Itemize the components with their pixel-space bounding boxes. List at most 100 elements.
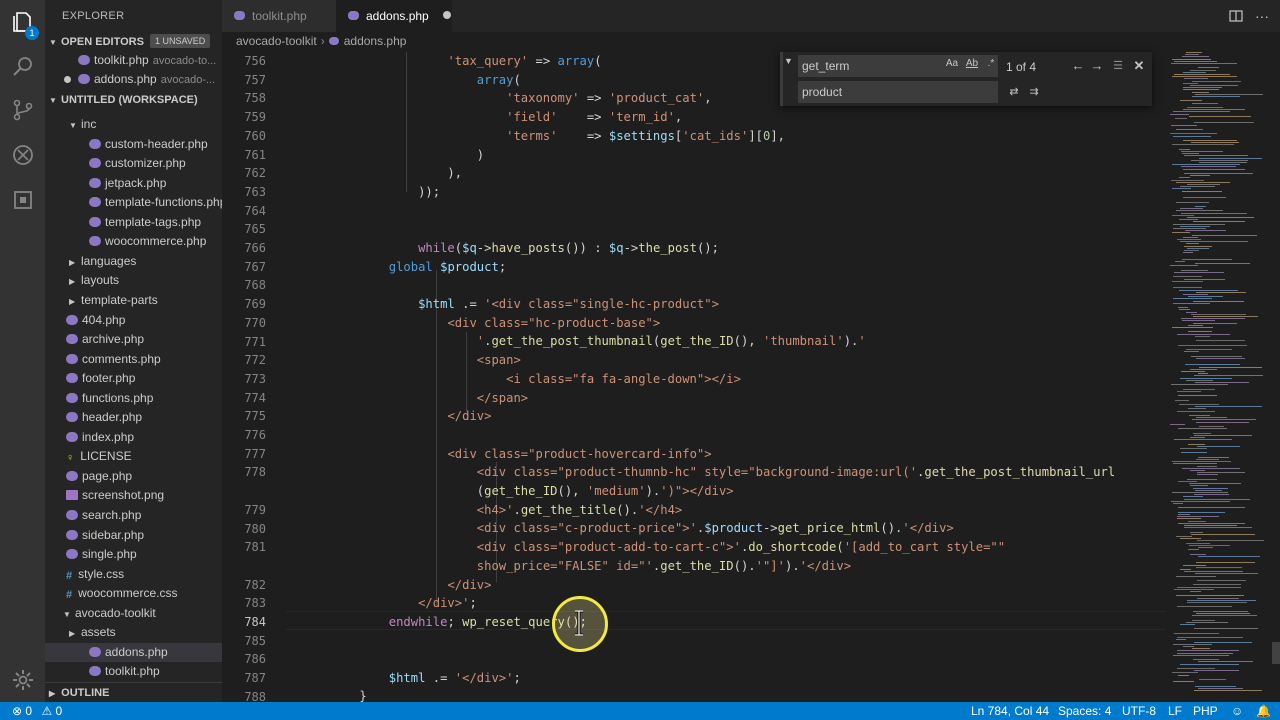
tree-item[interactable]: # style.css [45,565,222,585]
line-number: 756 [244,54,266,68]
minimap[interactable] [1166,52,1272,702]
tree-item[interactable]: template-tags.php [45,213,222,233]
gear-icon[interactable] [0,660,45,700]
minimap-line [1173,223,1225,225]
tree-item[interactable]: template-functions.php [45,193,222,213]
chevron-down-icon[interactable]: ▼ [784,56,793,66]
tree-item[interactable]: customizer.php [45,154,222,174]
source-control-icon[interactable] [0,90,45,130]
problems-indicator[interactable]: ⊗ 0 ⚠ 0 [12,702,62,720]
code-line: <div class="product-add-to-cart-c">'.do_… [476,540,1006,555]
explorer-icon[interactable]: 1 [0,2,45,42]
cursor-position[interactable]: Ln 784, Col 44 [971,702,1049,720]
breadcrumb-folder[interactable]: avocado-toolkit [236,34,317,48]
split-editor-icon[interactable] [1228,8,1244,24]
code-line: 'taxonomy' => 'product_cat', [506,91,712,106]
tree-item[interactable]: footer.php [45,369,222,389]
tree-item[interactable]: comments.php [45,350,222,370]
minimap-line [1199,162,1247,163]
outline-header[interactable]: ▶ OUTLINE [45,682,222,702]
match-whole-word-icon[interactable]: Ab [964,56,980,72]
tab-addons[interactable]: addons.php [336,0,452,32]
minimap-line [1172,164,1240,166]
code-line: )); [286,184,441,199]
minimap-line [1184,78,1208,80]
search-icon[interactable] [0,47,45,87]
minimap-line [1190,437,1205,438]
minimap-line [1190,591,1201,592]
code-line: <div class="product-thumnb-hc" style="ba… [476,465,1116,480]
tree-item[interactable]: toolkit.php [45,662,222,682]
minimap-line [1198,687,1243,689]
editor-scrollbar[interactable] [1272,52,1280,702]
tree-item[interactable]: search.php [45,506,222,526]
tree-item[interactable]: jetpack.php [45,174,222,194]
indentation[interactable]: Spaces: 4 [1058,702,1111,720]
replace-icon[interactable]: ⇄ [1006,84,1022,100]
unsaved-dot-icon[interactable] [442,11,451,19]
tab-bar: toolkit.php addons.php ··· [222,0,1280,32]
notifications-icon[interactable]: 🔔 [1256,702,1271,720]
breadcrumb-file[interactable]: addons.php [344,34,407,48]
extensions-icon[interactable] [0,180,45,220]
open-editor-item[interactable]: toolkit.php avocado-to... [45,51,222,71]
php-file-icon [66,529,78,540]
tree-item[interactable]: screenshot.png [45,486,222,506]
tree-item[interactable]: ▼ avocado-toolkit [45,604,222,624]
tree-item[interactable]: woocommerce.php [45,232,222,252]
feedback-icon[interactable]: ☺ [1231,702,1243,720]
code-line: ) [286,147,485,162]
minimap-line [1199,366,1262,368]
minimap-line [1194,494,1229,496]
more-actions-icon[interactable]: ··· [1254,8,1270,24]
tree-item[interactable]: addons.php [45,642,222,663]
tree-item[interactable]: single.php [45,545,222,565]
tree-item[interactable]: sidebar.php [45,526,222,546]
php-file-icon [78,74,90,84]
php-file-icon [66,431,78,442]
open-editors-header[interactable]: ▼ OPEN EDITORS 1 UNSAVED [45,32,222,52]
tab-toolkit[interactable]: toolkit.php [222,0,336,32]
tree-item[interactable]: ♀ LICENSE [45,447,222,467]
tree-item[interactable]: ▶ languages [45,252,222,272]
tree-item[interactable]: archive.php [45,330,222,350]
tree-item[interactable]: ▼ inc [45,115,222,135]
tree-item[interactable]: ▶ template-parts [45,291,222,311]
php-file-icon [89,666,101,677]
tree-item[interactable]: 404.php [45,311,222,331]
editor-scrollbar-thumb[interactable] [1272,642,1280,664]
minimap-line [1183,109,1245,111]
minimap-line [1186,542,1210,544]
debug-icon[interactable] [0,135,45,175]
minimap-line [1183,646,1194,647]
close-icon[interactable]: ✕ [1131,58,1147,74]
workspace-header[interactable]: ▼ UNTITLED (WORKSPACE) [45,90,222,110]
previous-match-icon[interactable]: ← [1070,58,1086,74]
tree-item[interactable]: page.php [45,467,222,487]
open-editor-item[interactable]: addons.php avocado-... [45,70,222,90]
minimap-line [1193,432,1211,434]
find-in-selection-icon[interactable]: ☰ [1110,58,1126,74]
line-ending[interactable]: LF [1168,702,1182,720]
minimap-line [1174,439,1232,441]
minimap-line [1189,544,1230,546]
tree-item[interactable]: ▶ assets [45,623,222,643]
tree-item[interactable]: custom-header.php [45,135,222,155]
minimap-line [1184,571,1243,573]
tree-item[interactable]: index.php [45,428,222,448]
minimap-line [1176,181,1230,183]
replace-input[interactable]: product [798,81,998,103]
next-match-icon[interactable]: → [1089,58,1105,74]
code-editor[interactable]: 756 757 758 759 760 761 762 763 764 765 766 767 768 7… [222,52,1280,702]
regex-icon[interactable]: .* [983,56,999,72]
tree-item[interactable]: header.php [45,408,222,428]
replace-all-icon[interactable]: ⇉ [1026,84,1042,100]
tree-item[interactable]: ▶ layouts [45,271,222,291]
minimap-line [1182,56,1209,58]
encoding[interactable]: UTF-8 [1122,702,1156,720]
match-case-icon[interactable]: Aa [944,56,960,72]
find-resize-handle[interactable] [780,52,783,106]
tree-item[interactable]: functions.php [45,389,222,409]
language-mode[interactable]: PHP [1193,702,1218,720]
tree-item[interactable]: # woocommerce.css [45,584,222,604]
